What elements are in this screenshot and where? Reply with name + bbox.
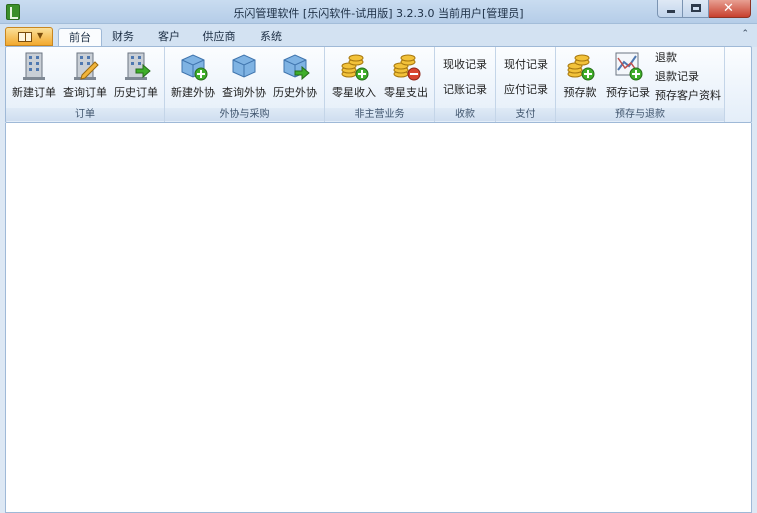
refund-records-button[interactable]: 退款记录 <box>655 69 699 85</box>
title-bar: 乐闪管理软件 [乐闪软件-试用版] 3.2.3.0 当前用户[管理员] ✕ <box>0 0 757 24</box>
new-outsourcing-label: 新建外协 <box>171 86 215 99</box>
deposit-records-label: 预存记录 <box>606 86 650 99</box>
misc-expense-label: 零星支出 <box>384 86 428 99</box>
coins-remove-icon <box>393 54 421 81</box>
history-outsourcing-label: 历史外协 <box>273 86 317 99</box>
tab-customers[interactable]: 客户 <box>152 28 186 47</box>
group-receipts-label: 收款 <box>435 108 495 121</box>
query-outsourcing-label: 查询外协 <box>222 86 266 99</box>
main-content-area <box>5 123 752 513</box>
coins-add-icon <box>341 54 369 81</box>
group-payments: 现付记录 应付记录 支付 <box>496 47 556 122</box>
group-non-core-label: 非主营业务 <box>325 108 434 121</box>
misc-income-button[interactable]: 零星收入 <box>331 50 377 102</box>
maximize-icon <box>691 4 701 12</box>
close-button[interactable]: ✕ <box>709 0 751 18</box>
misc-expense-button[interactable]: 零星支出 <box>383 50 429 102</box>
minimize-icon <box>667 10 675 13</box>
tab-suppliers[interactable]: 供应商 <box>196 28 242 47</box>
deposit-records-button[interactable]: 预存记录 <box>606 50 650 102</box>
new-order-label: 新建订单 <box>12 86 56 99</box>
coins-add-icon <box>567 54 595 81</box>
close-icon: ✕ <box>723 1 734 16</box>
group-non-core: 零星收入 零星支出 非主营业务 <box>325 47 435 122</box>
building-arrow-icon <box>125 52 151 80</box>
group-payments-label: 支付 <box>496 108 555 121</box>
tab-finance[interactable]: 财务 <box>106 28 140 47</box>
cube-icon <box>232 54 256 78</box>
group-orders: 新建订单 查询订单 历史订单 订单 <box>6 47 165 122</box>
minimize-button[interactable] <box>657 0 683 18</box>
deposit-button[interactable]: 预存款 <box>560 50 600 102</box>
window-controls: ✕ <box>657 0 751 18</box>
building-pencil-icon <box>74 52 99 80</box>
history-order-button[interactable]: 历史订单 <box>114 50 158 102</box>
cube-arrow-icon <box>283 54 310 81</box>
history-order-label: 历史订单 <box>114 86 158 99</box>
group-orders-label: 订单 <box>6 108 164 121</box>
query-outsourcing-button[interactable]: 查询外协 <box>222 50 266 102</box>
new-outsourcing-button[interactable]: 新建外协 <box>171 50 215 102</box>
query-order-button[interactable]: 查询订单 <box>63 50 107 102</box>
group-deposits-label: 预存与退款 <box>556 108 724 121</box>
cash-payment-records-button[interactable]: 现付记录 <box>504 57 548 73</box>
account-receipt-records-button[interactable]: 记账记录 <box>443 82 487 98</box>
deposit-label: 预存款 <box>563 86 597 99</box>
building-icon <box>23 52 45 80</box>
deposit-customer-info-button[interactable]: 预存客户资料 <box>655 88 721 104</box>
group-deposits: 预存款 预存记录 退款 退款记录 预存客户资料 预存与退款 <box>556 47 725 122</box>
maximize-button[interactable] <box>683 0 709 18</box>
chevron-down-icon: ▼ <box>37 31 44 40</box>
cash-receipt-records-button[interactable]: 现收记录 <box>443 57 487 73</box>
group-outsourcing: 新建外协 查询外协 历史外协 外协与采购 <box>165 47 325 122</box>
query-order-label: 查询订单 <box>63 86 107 99</box>
new-order-button[interactable]: 新建订单 <box>12 50 56 102</box>
book-icon <box>18 32 32 42</box>
history-outsourcing-button[interactable]: 历史外协 <box>273 50 317 102</box>
misc-income-label: 零星收入 <box>332 86 376 99</box>
cube-add-icon <box>181 54 208 81</box>
window-title: 乐闪管理软件 [乐闪软件-试用版] 3.2.3.0 当前用户[管理员] <box>233 7 524 20</box>
payable-records-button[interactable]: 应付记录 <box>504 82 548 98</box>
tab-system[interactable]: 系统 <box>254 28 288 47</box>
chart-add-icon <box>615 52 643 81</box>
group-outsourcing-label: 外协与采购 <box>165 108 324 121</box>
group-receipts: 现收记录 记账记录 收款 <box>435 47 496 122</box>
app-menu-button[interactable]: ▼ <box>5 27 53 46</box>
ribbon-panel: 新建订单 查询订单 历史订单 订单 新建外协 查询外协 历史外协 外协与采购 零… <box>5 46 752 123</box>
ribbon-collapse-icon[interactable]: ⌃ <box>741 29 749 39</box>
ribbon-tab-row: ▼ 前台 财务 客户 供应商 系统 ⌃ <box>0 24 757 48</box>
refund-button[interactable]: 退款 <box>655 50 677 66</box>
tab-front-desk[interactable]: 前台 <box>58 28 102 48</box>
